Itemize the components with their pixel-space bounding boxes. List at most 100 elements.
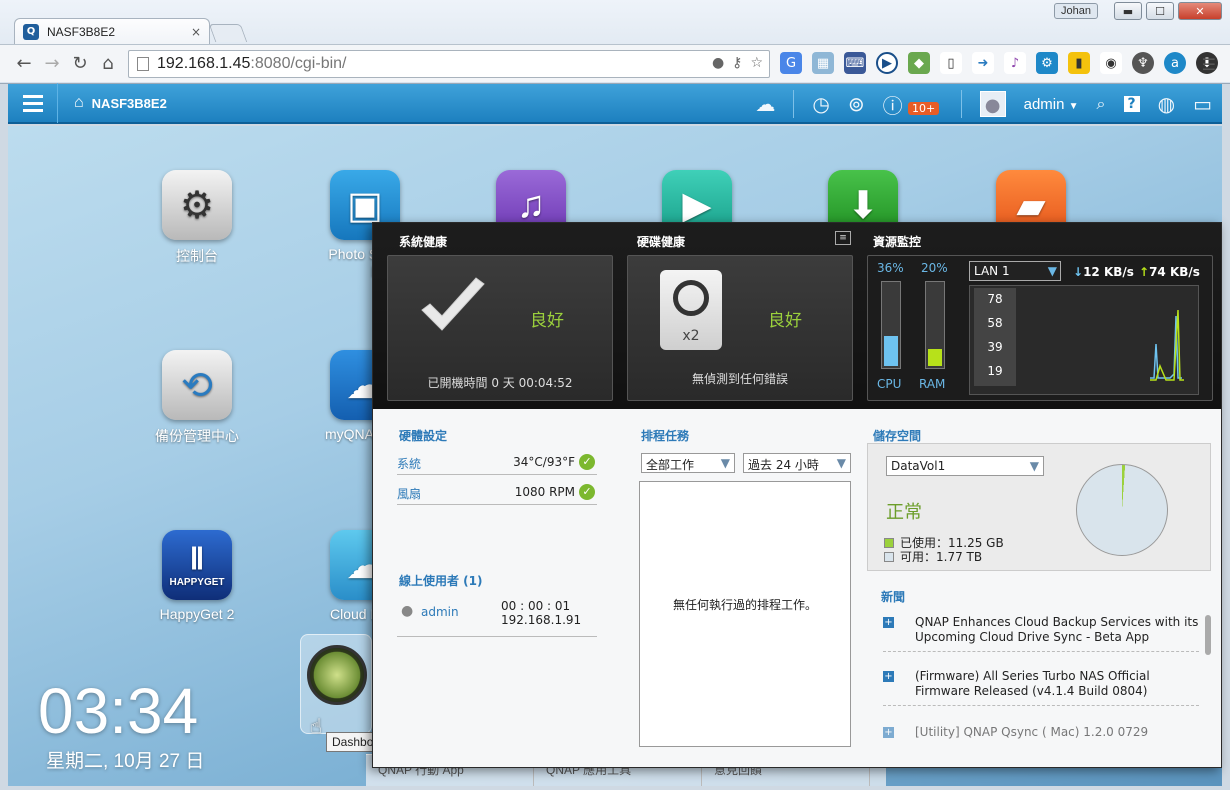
minimize-button[interactable]: ▬: [1114, 2, 1142, 20]
device-extension-icon[interactable]: ▮: [1068, 52, 1090, 74]
checkmark-icon: [421, 277, 485, 331]
forward-icon[interactable]: →: [38, 53, 66, 74]
qts-toolbar-right: ☁ ◷ ⊚ ⓘ ● admin ▼ ⌕ ? ◍ ▭: [755, 84, 1212, 124]
back-icon[interactable]: ←: [10, 53, 38, 74]
time-range-select[interactable]: 過去 24 小時 ▼: [743, 453, 851, 473]
browser-tab[interactable]: Q NASF3B8E2 ×: [14, 18, 210, 44]
desktop-date: 星期二, 10月 27 日: [46, 751, 205, 772]
dashboard-top-section: 系統健康 良好 已開機時間 0 天 00:04:52 硬碟健康 ≡ x2 良好 …: [373, 223, 1221, 409]
browser-toolbar: ← → ↻ ⌂ 192.168.1.45 :8080/cgi-bin/ ● ⚷ …: [0, 44, 1230, 82]
address-bar[interactable]: 192.168.1.45 :8080/cgi-bin/ ● ⚷ ☆: [128, 50, 770, 78]
app-backup-station[interactable]: ⟲ 備份管理中心: [142, 350, 252, 446]
resource-monitor-title: 資源監控: [873, 235, 922, 249]
expand-plus-icon[interactable]: +: [883, 617, 894, 628]
desktop-preferences-icon[interactable]: ▭: [1193, 92, 1212, 116]
storage-panel: DataVol1 ▼ 正常 已使用：11.25 GB 可用：1.77 TB: [867, 443, 1211, 571]
reload-icon[interactable]: ↻: [66, 53, 94, 74]
help-icon[interactable]: ?: [1123, 96, 1140, 112]
user-avatar[interactable]: ●: [979, 91, 1006, 117]
home-icon[interactable]: ⌂: [94, 53, 122, 74]
url-host: 192.168.1.45: [157, 55, 251, 72]
cpu-label: CPU: [877, 377, 902, 391]
hardware-value: 1080 RPM: [514, 485, 575, 499]
browser-menu-icon[interactable]: ☰: [1202, 55, 1216, 74]
online-user-name: admin: [421, 605, 459, 619]
hard-disk-icon: x2: [660, 270, 722, 350]
app-happyget[interactable]: Ⅱ HAPPYGET HappyGet 2: [142, 530, 252, 622]
external-device-icon[interactable]: ⊚: [848, 92, 865, 116]
ram-usage-fill: [928, 349, 942, 366]
translate-extension-icon[interactable]: G: [780, 52, 802, 74]
hardware-key: 風扇: [397, 487, 422, 501]
news-scrollbar[interactable]: [1205, 615, 1211, 655]
scheduled-tasks-title[interactable]: 排程任務: [641, 427, 689, 444]
user-menu[interactable]: admin ▼: [1024, 96, 1079, 113]
ram-label: RAM: [919, 377, 946, 391]
gear-icon: ⚙: [162, 170, 232, 240]
list-view-icon[interactable]: ≡: [835, 231, 851, 245]
notification-badge: 10+: [908, 102, 940, 115]
user-icon: ●: [401, 603, 414, 619]
bookmark-star-icon[interactable]: ☆: [750, 55, 763, 71]
a-extension-icon[interactable]: a: [1164, 52, 1186, 74]
news-item[interactable]: + QNAP Enhances Cloud Backup Services wi…: [883, 615, 1199, 652]
desktop-clock: 03:34: [38, 675, 199, 747]
expand-plus-icon[interactable]: +: [883, 671, 894, 682]
volume-select[interactable]: DataVol1 ▼: [886, 456, 1044, 476]
music-extension-icon[interactable]: ♪: [1004, 52, 1026, 74]
online-user-row: ● admin 00 : 00 : 01 192.168.1.91: [397, 599, 597, 637]
app-control-panel[interactable]: ⚙ 控制台: [142, 170, 252, 266]
tab-title: NASF3B8E2: [47, 24, 116, 39]
cpu-percent: 36%: [877, 261, 904, 275]
browser-chrome: Q NASF3B8E2 × Johan ▬ ☐ ✕ ← → ↻ ⌂ 192.16…: [0, 0, 1230, 84]
disk-health-panel[interactable]: x2 良好 無偵測到任何錯誤: [627, 255, 853, 401]
window-controls: Johan ▬ ☐ ✕: [1054, 2, 1222, 20]
system-health-panel[interactable]: 良好 已開機時間 0 天 00:04:52: [387, 255, 613, 401]
camera-extension-icon[interactable]: ◉: [1100, 52, 1122, 74]
main-menu-icon[interactable]: [8, 83, 58, 123]
play-extension-icon[interactable]: ▶: [876, 52, 898, 74]
online-user-ip: 192.168.1.91: [501, 613, 582, 627]
language-globe-icon[interactable]: ◍: [1158, 92, 1175, 116]
qts-home-button[interactable]: ⌂ NASF3B8E2: [74, 94, 167, 112]
url-path: :8080/cgi-bin/: [250, 55, 347, 72]
pin-extension-icon[interactable]: ♆: [1132, 52, 1154, 74]
phone-extension-icon[interactable]: ▯: [940, 52, 962, 74]
online-users-title[interactable]: 線上使用者 (1): [399, 572, 483, 589]
disk-health-title: 硬碟健康: [637, 235, 686, 249]
search-icon[interactable]: ⌕: [1097, 94, 1106, 114]
share-extension-icon[interactable]: ➜: [972, 52, 994, 74]
disk-health-status: 良好: [768, 311, 802, 331]
new-tab-button[interactable]: [208, 24, 248, 42]
maximize-button[interactable]: ☐: [1146, 2, 1174, 20]
storage-title[interactable]: 儲存空間: [873, 427, 921, 444]
maps-extension-icon[interactable]: ◆: [908, 52, 930, 74]
news-item[interactable]: + (Firmware) All Series Turbo NAS Offici…: [883, 669, 1199, 706]
task-filter-select[interactable]: 全部工作 ▼: [641, 453, 735, 473]
ok-check-icon: ✓: [579, 484, 595, 500]
page-icon: [137, 57, 149, 71]
news-item[interactable]: + [Utility] QNAP Qsync ( Mac) 1.2.0 0729: [883, 725, 1199, 746]
disk-count: x2: [682, 328, 700, 344]
cloud-icon[interactable]: ☁: [755, 92, 775, 116]
close-window-button[interactable]: ✕: [1178, 2, 1222, 20]
gear-extension-icon[interactable]: ⚙: [1036, 52, 1058, 74]
map-extension-icon[interactable]: ▦: [812, 52, 834, 74]
home-icon: ⌂: [74, 94, 84, 111]
key-icon[interactable]: ⚷: [732, 55, 742, 71]
upload-speed: ↑74 KB/s: [1139, 265, 1200, 279]
no-tasks-message: 無任何執行過的排程工作。: [672, 598, 817, 612]
ram-percent: 20%: [921, 261, 948, 275]
keyboard-extension-icon[interactable]: ⌨: [844, 52, 866, 74]
nas-name: NASF3B8E2: [91, 95, 167, 111]
happyget-icon: Ⅱ HAPPYGET: [162, 530, 232, 600]
hardware-settings-title[interactable]: 硬體設定: [399, 427, 447, 444]
storage-status: 正常: [886, 502, 922, 523]
background-tasks-clock-icon[interactable]: ◷: [812, 92, 829, 116]
network-interface-select[interactable]: LAN 1 ▼: [969, 261, 1061, 281]
event-notifications-icon[interactable]: ⓘ: [883, 90, 903, 119]
lightbulb-icon[interactable]: ●: [712, 55, 724, 71]
ok-check-icon: ✓: [579, 454, 595, 470]
expand-plus-icon[interactable]: +: [883, 727, 894, 738]
tab-close-icon[interactable]: ×: [191, 25, 201, 39]
